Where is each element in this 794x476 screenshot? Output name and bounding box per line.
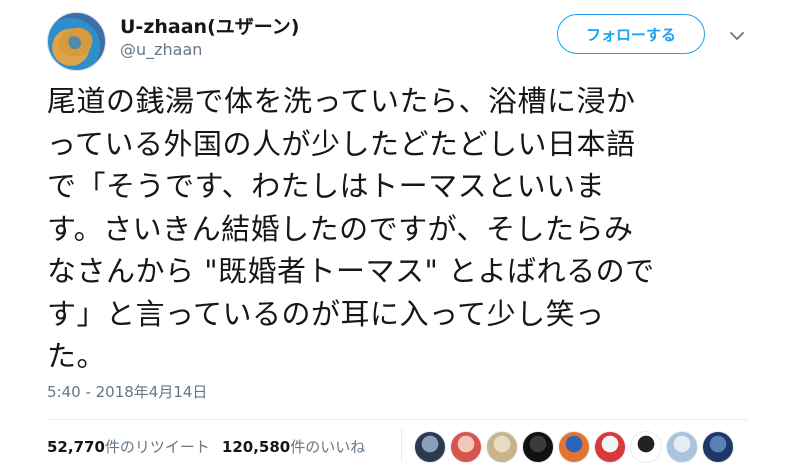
- tweet-text-line: っている外国の人が少したどたどしい日本語: [47, 126, 636, 161]
- divider: [47, 419, 747, 420]
- tweet-text-line: た。: [47, 339, 107, 373]
- liker-avatar[interactable]: [486, 431, 518, 463]
- stats-divider: [401, 428, 402, 462]
- retweets-label: 件のリツイート: [104, 437, 210, 456]
- liker-avatars: [414, 431, 738, 463]
- liker-avatar[interactable]: [522, 431, 554, 463]
- liker-avatar[interactable]: [450, 431, 482, 463]
- liker-avatar[interactable]: [414, 431, 446, 463]
- liker-avatar[interactable]: [558, 431, 590, 463]
- retweets-stat[interactable]: 52,770 件のリツイート: [47, 436, 210, 457]
- user-handle[interactable]: @u_zhaan: [120, 40, 202, 59]
- follow-button[interactable]: フォローする: [557, 14, 705, 54]
- chevron-down-icon: [730, 26, 744, 45]
- tweet-text: 尾道の銭湯で体を洗っていたら、浴槽に浸か っている外国の人が少したどたどしい日本…: [47, 80, 747, 378]
- display-name[interactable]: U-zhaan(ユザーン): [120, 12, 300, 39]
- retweets-count: 52,770: [47, 437, 105, 456]
- tweet-card: U-zhaan(ユザーン) @u_zhaan フォローする 尾道の銭湯で体を洗っ…: [0, 0, 794, 476]
- likes-stat[interactable]: 120,580 件のいいね: [222, 436, 365, 457]
- tweet-text-line: す」と言っているのが耳に入って少し笑っ: [47, 296, 605, 331]
- likes-count: 120,580: [221, 437, 291, 456]
- tweet-text-line: で「そうです、わたしはトーマスといいま: [47, 169, 606, 203]
- user-avatar[interactable]: [47, 12, 106, 71]
- tweet-text-line: す。さいきん結婚したのですが、そしたらみ: [47, 211, 634, 246]
- likes-label: 件のいいね: [290, 437, 366, 456]
- liker-avatar[interactable]: [630, 431, 662, 463]
- liker-avatar[interactable]: [666, 431, 698, 463]
- tweet-timestamp[interactable]: 5:40 - 2018年4月14日: [47, 381, 207, 402]
- tweet-stats: 52,770 件のリツイート 120,580 件のいいね: [47, 434, 365, 458]
- liker-avatar[interactable]: [594, 431, 626, 463]
- liker-avatar[interactable]: [702, 431, 734, 463]
- tweet-text-line: 尾道の銭湯で体を洗っていたら、浴槽に浸か: [47, 84, 636, 118]
- tweet-text-line: なさんから "既婚者トーマス" とよばれるので: [47, 254, 655, 288]
- more-options-button[interactable]: [726, 24, 748, 46]
